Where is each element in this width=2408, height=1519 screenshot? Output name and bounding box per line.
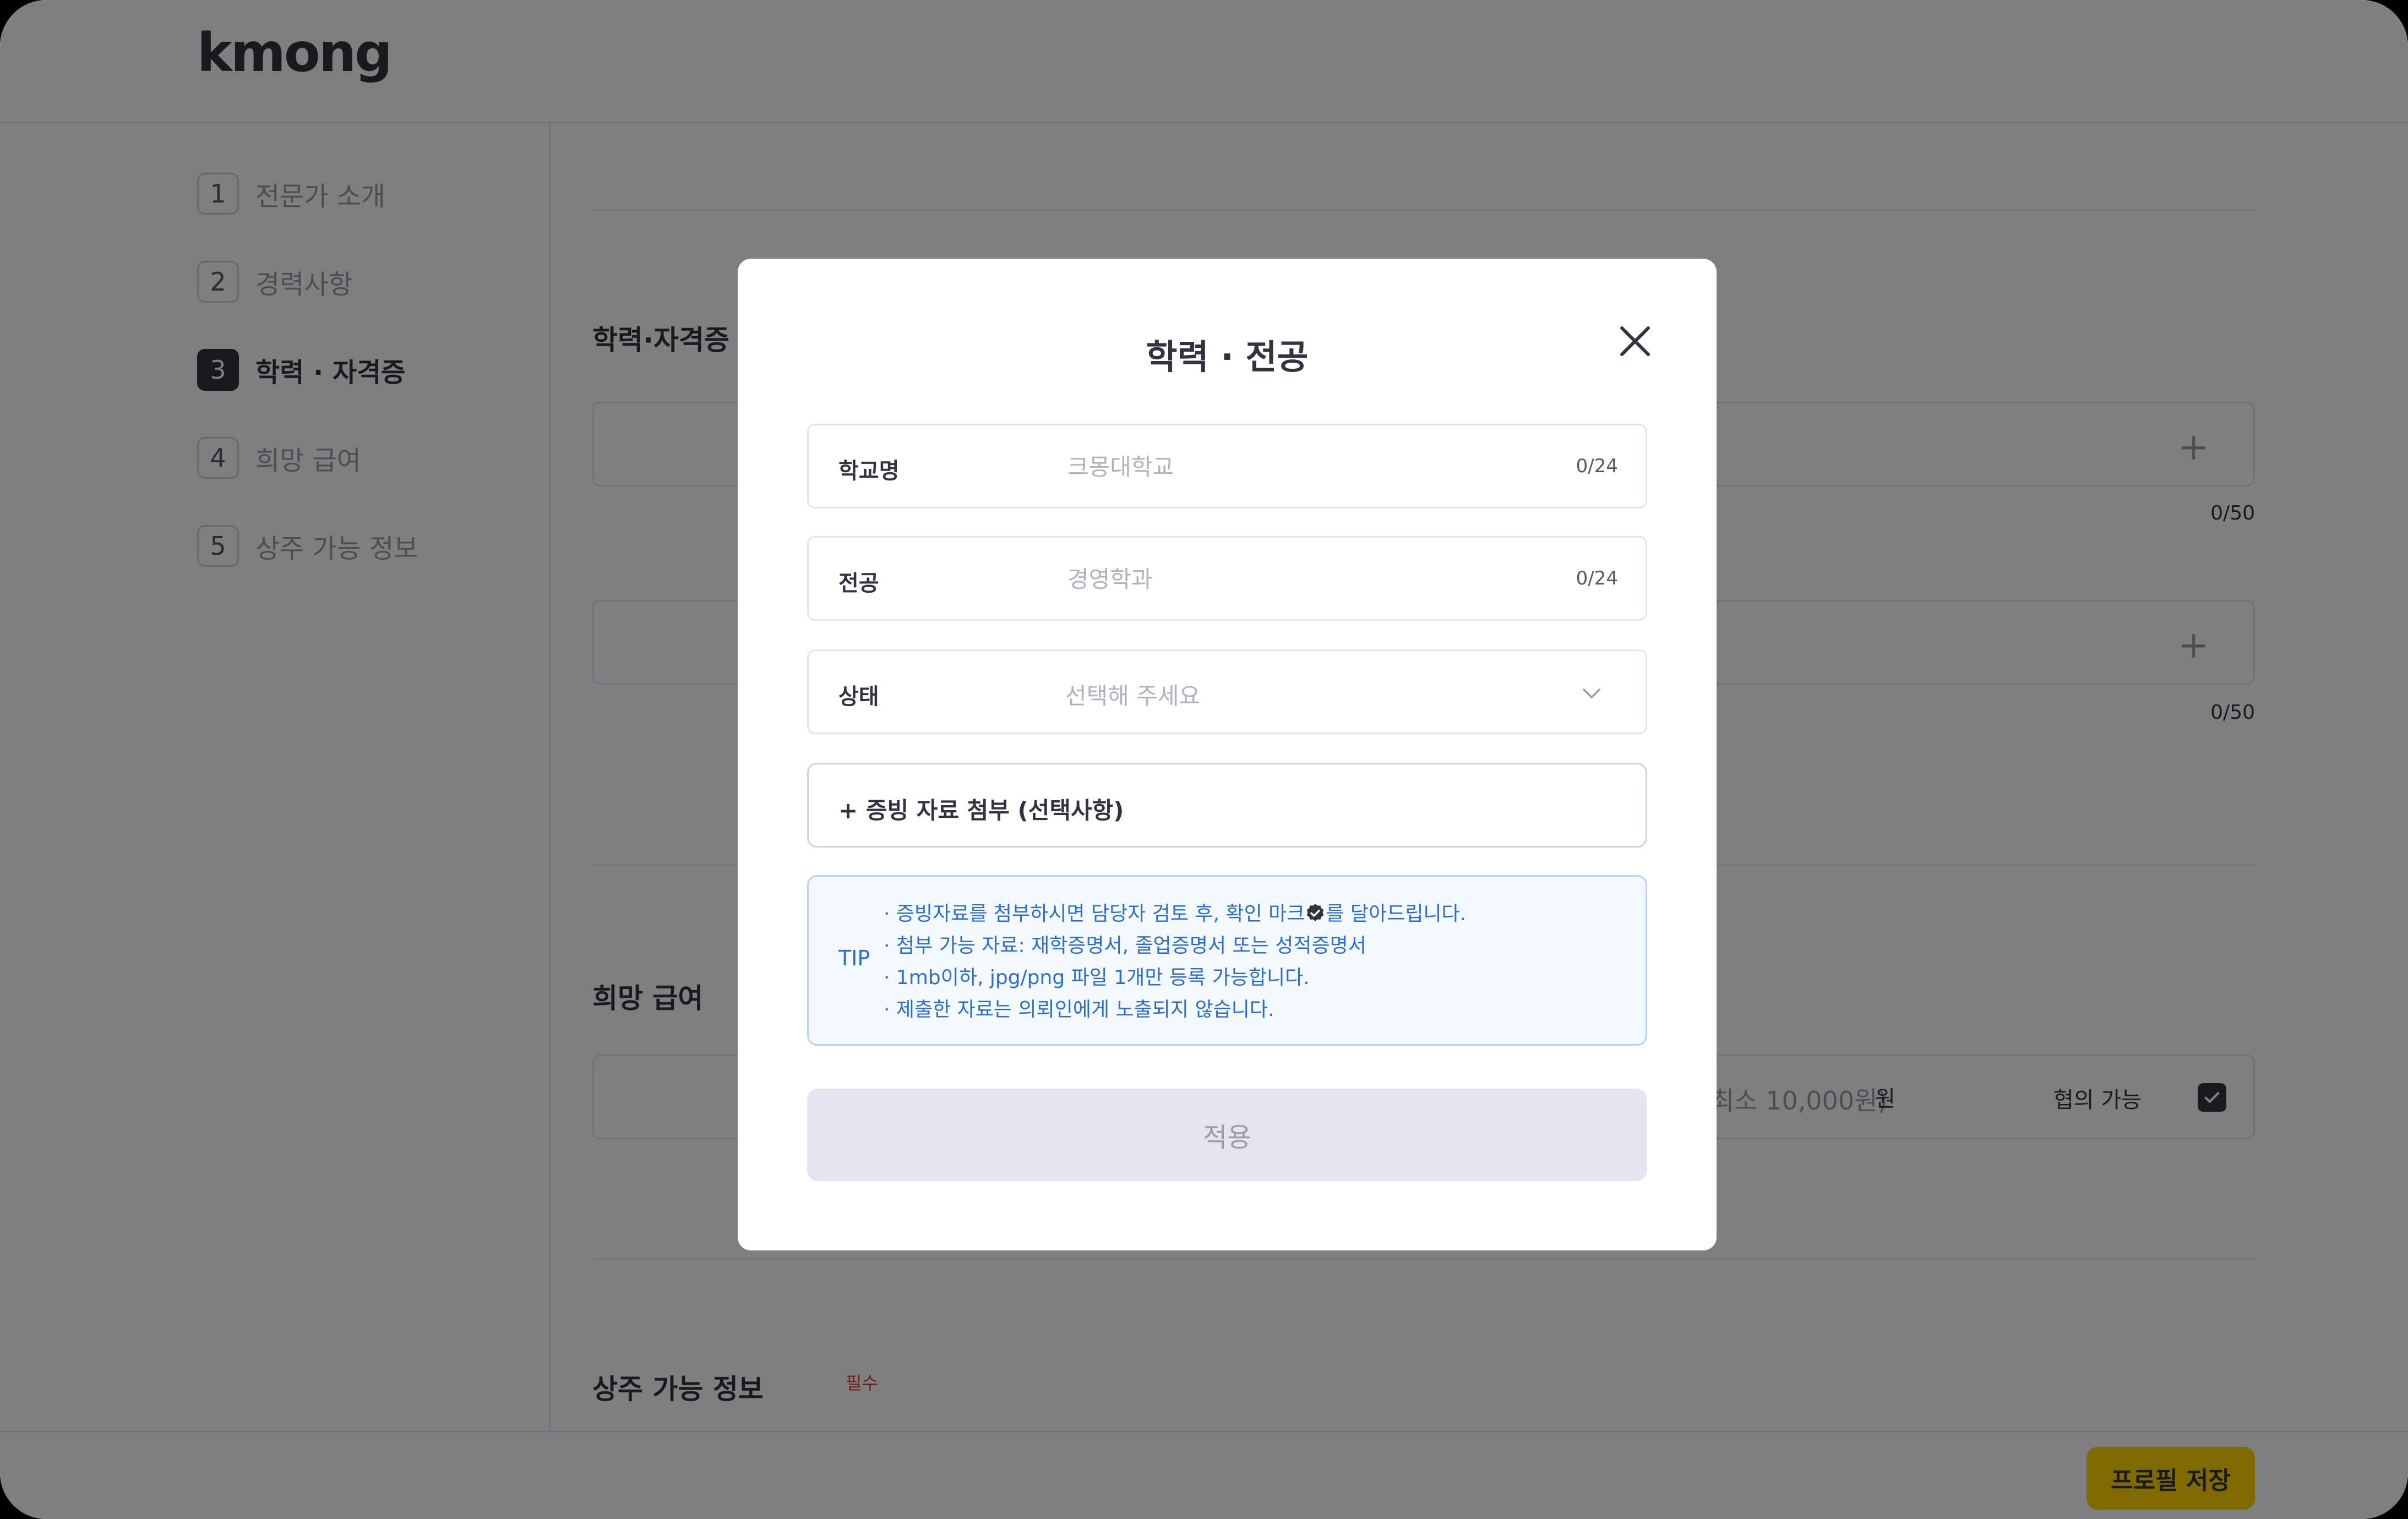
tip-line: · 1mb이하, jpg/png 파일 1개만 등록 가능합니다. [884, 966, 1310, 989]
tip-line-1-prefix: · 증빙자료를 첨부하시면 담당자 검토 후, 확인 마크 [884, 903, 1305, 925]
school-name-label: 학교명 [838, 458, 900, 484]
major-label: 전공 [838, 571, 879, 596]
tip-box: TIP · 증빙자료를 첨부하시면 담당자 검토 후, 확인 마크 를 달아드립니… [807, 875, 1647, 1046]
close-icon [1620, 326, 1650, 356]
education-modal: 학력 · 전공 학교명 0/24 전공 0/24 상태 선택해 주세요 + 증빙… [738, 259, 1717, 1250]
char-count: 0/24 [1576, 455, 1618, 477]
major-field: 전공 0/24 [807, 536, 1647, 621]
tip-line: · 제출한 자료는 의뢰인에게 노출되지 않습니다. [884, 998, 1274, 1021]
status-select[interactable]: 상태 선택해 주세요 [807, 649, 1647, 734]
tip-label: TIP [838, 946, 870, 970]
major-input[interactable] [1067, 560, 1552, 598]
tip-line: · 증빙자료를 첨부하시면 담당자 검토 후, 확인 마크 를 달아드립니다. [884, 898, 1466, 926]
status-label: 상태 [838, 684, 879, 709]
apply-button[interactable]: 적용 [807, 1089, 1647, 1181]
close-button[interactable] [1613, 319, 1657, 363]
chevron-down-icon [1583, 689, 1600, 698]
school-name-input[interactable] [1067, 447, 1552, 486]
verified-check-icon [1307, 904, 1324, 921]
attach-proof-button[interactable]: + 증빙 자료 첨부 (선택사항) [807, 763, 1647, 848]
screen: kmong 1 전문가 소개 2 경력사항 3 학력 · 자격증 4 희망 급여… [0, 0, 2408, 1519]
char-count: 0/24 [1576, 567, 1618, 589]
tip-line-1-suffix: 를 달아드립니다. [1326, 903, 1467, 925]
school-name-field: 학교명 0/24 [807, 424, 1647, 509]
modal-title: 학력 · 전공 [1146, 337, 1309, 377]
status-selected-value: 선택해 주세요 [1065, 682, 1201, 709]
attach-proof-label: + 증빙 자료 첨부 (선택사항) [838, 797, 1124, 824]
tip-line: · 첨부 가능 자료: 재학증명서, 졸업증명서 또는 성적증명서 [884, 935, 1366, 957]
